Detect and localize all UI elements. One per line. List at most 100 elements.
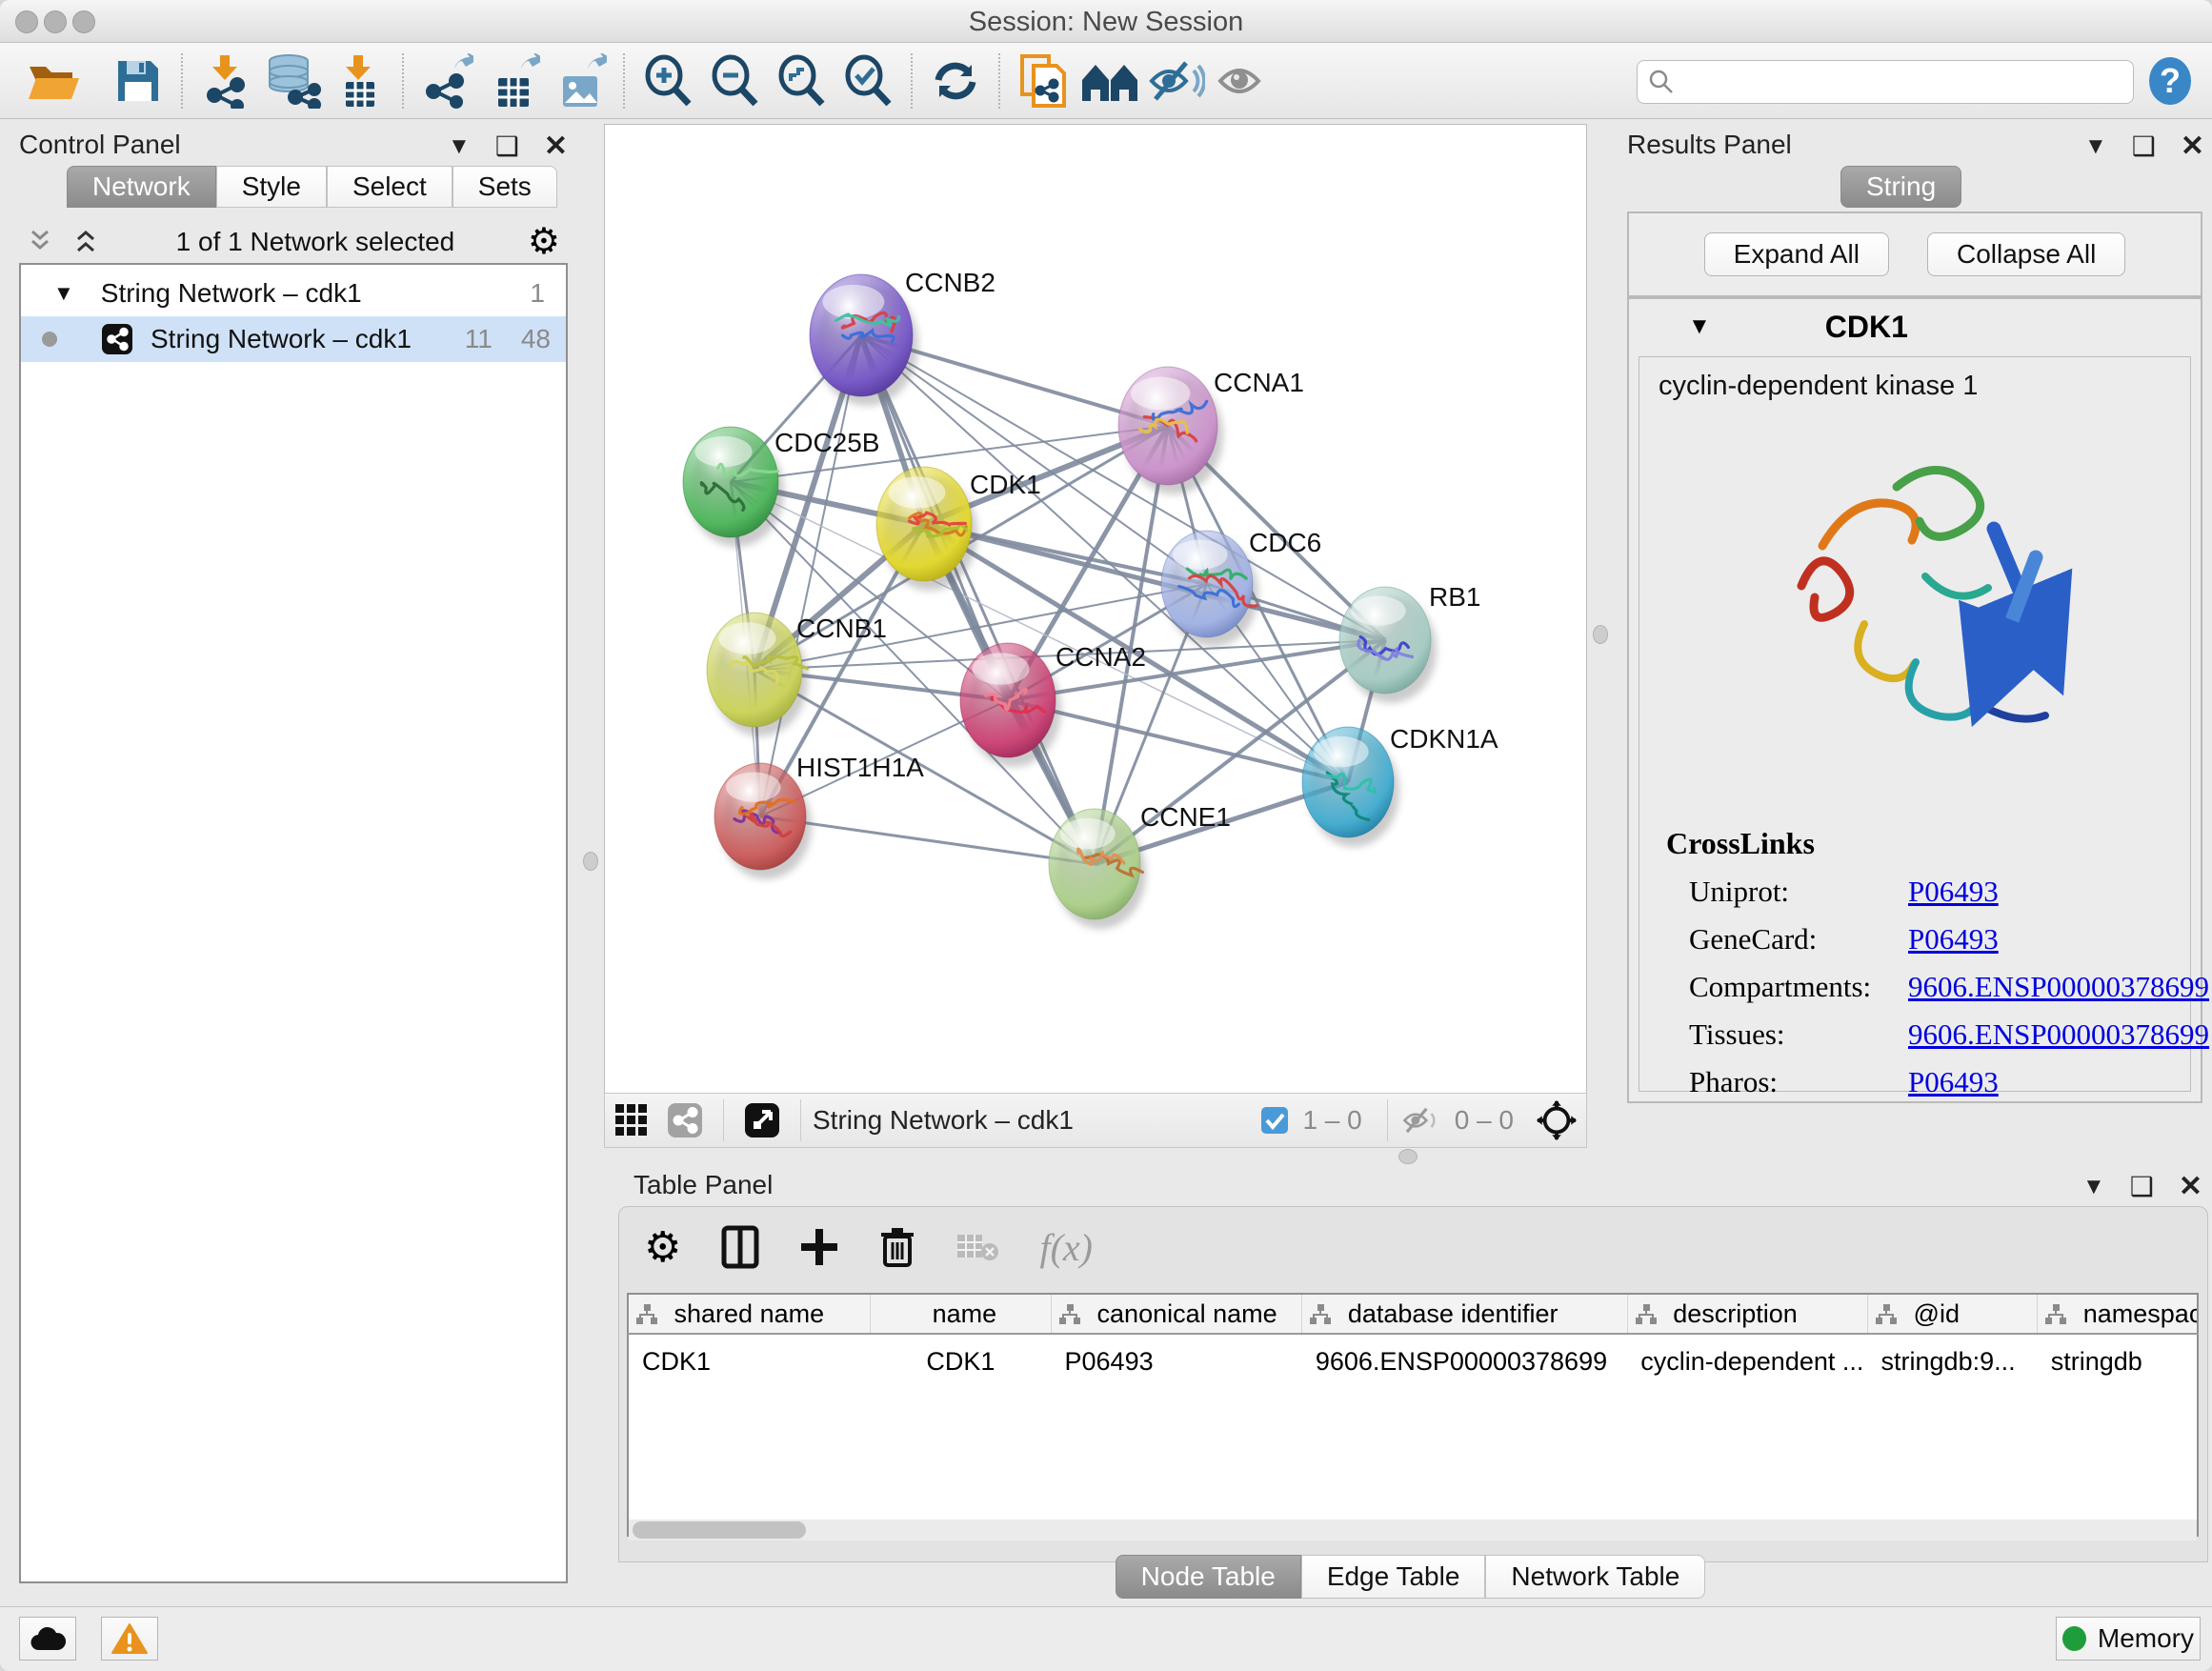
network-node-CDK1[interactable]: CDK1 — [876, 467, 1041, 591]
tab-node-table[interactable]: Node Table — [1116, 1555, 1301, 1599]
tab-style[interactable]: Style — [216, 166, 327, 208]
table-horizontal-scrollbar[interactable] — [629, 1520, 2197, 1540]
network-row-selected[interactable]: String Network – cdk1 11 48 — [21, 316, 566, 362]
network-node-CDC25B[interactable]: CDC25B — [683, 427, 879, 547]
main-toolbar: ? — [0, 43, 2212, 119]
crosslink-link[interactable]: 9606.ENSP00000378699 — [1908, 970, 2209, 1004]
table-panel: Table Panel ▼ ❑ ✕ ⚙ — [613, 1160, 2208, 1601]
show-all-button[interactable] — [1210, 50, 1277, 111]
tree-expander-icon[interactable]: ▼ — [53, 281, 74, 306]
memory-label: Memory — [2098, 1623, 2194, 1654]
export-network-button[interactable] — [413, 50, 480, 111]
export-image-button[interactable] — [547, 50, 613, 111]
float-panel-icon[interactable]: ❑ — [2130, 1171, 2154, 1202]
collapse-panel-icon[interactable]: ▼ — [2084, 133, 2107, 160]
column-header[interactable]: @id — [1868, 1294, 2038, 1334]
table-row[interactable]: CDK1 CDK1 P06493 9606.ENSP00000378699 cy… — [628, 1334, 2198, 1388]
apply-style-refresh-button[interactable] — [922, 50, 989, 111]
show-columns-icon[interactable] — [721, 1225, 759, 1269]
network-options-gear-icon[interactable]: ⚙ — [528, 228, 560, 256]
column-header[interactable]: shared name — [628, 1294, 870, 1334]
node-table[interactable]: shared name name canonical name database… — [627, 1293, 2199, 1537]
tab-edge-table[interactable]: Edge Table — [1301, 1555, 1486, 1599]
import-network-from-file-button[interactable] — [192, 50, 259, 111]
selected-checkbox-icon[interactable] — [1260, 1106, 1289, 1135]
close-panel-icon[interactable]: ✕ — [2179, 1170, 2202, 1203]
import-network-from-database-button[interactable] — [259, 50, 326, 111]
network-edge[interactable] — [760, 335, 861, 816]
column-header[interactable]: database identifier — [1302, 1294, 1627, 1334]
clone-network-button[interactable] — [1010, 50, 1076, 111]
column-header[interactable]: namespac — [2038, 1294, 2198, 1334]
cloud-status-button[interactable] — [19, 1617, 76, 1661]
grid-view-button[interactable] — [605, 1090, 658, 1151]
network-edge[interactable] — [861, 335, 1095, 864]
import-table-from-file-button[interactable] — [326, 50, 392, 111]
crosslink-link[interactable]: P06493 — [1908, 1065, 1999, 1099]
cell-name[interactable]: CDK1 — [870, 1334, 1051, 1388]
column-header[interactable]: name — [870, 1294, 1051, 1334]
expand-all-icon[interactable] — [70, 228, 103, 256]
close-panel-icon[interactable]: ✕ — [544, 130, 568, 163]
collapse-entry-icon[interactable]: ▼ — [1688, 313, 1711, 340]
cell-canonical-name[interactable]: P06493 — [1052, 1334, 1302, 1388]
warning-status-button[interactable] — [101, 1617, 158, 1661]
save-session-button[interactable] — [105, 50, 171, 111]
zoom-fit-button[interactable] — [768, 50, 835, 111]
left-splitter-handle[interactable] — [583, 852, 598, 871]
network-node-HIST1H1A[interactable]: HIST1H1A — [714, 753, 924, 879]
collapse-panel-icon[interactable]: ▼ — [448, 133, 471, 160]
crosslink-link[interactable]: 9606.ENSP00000378699 — [1908, 1017, 2209, 1052]
search-input[interactable] — [1676, 67, 2089, 98]
network-node-CCNE1[interactable]: CCNE1 — [1049, 802, 1231, 929]
float-panel-icon[interactable]: ❑ — [495, 131, 519, 162]
cell-database-identifier[interactable]: 9606.ENSP00000378699 — [1302, 1334, 1627, 1388]
cell-id[interactable]: stringdb:9... — [1868, 1334, 2038, 1388]
network-collection-row[interactable]: ▼ String Network – cdk1 1 — [21, 271, 566, 316]
tab-select[interactable]: Select — [327, 166, 452, 208]
crosslink-link[interactable]: P06493 — [1908, 875, 1999, 909]
network-node-CDKN1A[interactable]: CDKN1A — [1302, 724, 1498, 847]
network-view-button[interactable] — [658, 1090, 712, 1151]
export-table-button[interactable] — [480, 50, 547, 111]
column-header[interactable]: description — [1627, 1294, 1867, 1334]
fit-content-button[interactable] — [1527, 1090, 1586, 1151]
tab-network[interactable]: Network — [67, 166, 216, 208]
network-node-CCNB1[interactable]: CCNB1 — [707, 613, 887, 736]
hide-selected-button[interactable] — [1143, 50, 1210, 111]
first-neighbors-button[interactable] — [1076, 50, 1143, 111]
birds-eye-view-button[interactable] — [735, 1090, 789, 1151]
scrollbar-thumb[interactable] — [633, 1521, 806, 1539]
zoom-in-button[interactable] — [634, 50, 701, 111]
right-splitter-handle[interactable] — [1593, 625, 1608, 644]
zoom-selected-button[interactable] — [835, 50, 901, 111]
collapse-all-button[interactable]: Collapse All — [1927, 232, 2125, 276]
tab-network-table[interactable]: Network Table — [1485, 1555, 1705, 1599]
network-node-RB1[interactable]: RB1 — [1339, 582, 1480, 703]
close-panel-icon[interactable]: ✕ — [2181, 130, 2204, 163]
expand-all-button[interactable]: Expand All — [1704, 232, 1889, 276]
network-node-CDC6[interactable]: CDC6 — [1161, 528, 1321, 647]
zoom-out-button[interactable] — [701, 50, 768, 111]
add-column-icon[interactable] — [799, 1227, 839, 1267]
open-file-button[interactable] — [21, 50, 88, 111]
network-node-CCNA2[interactable]: CCNA2 — [960, 642, 1146, 767]
memory-button[interactable]: Memory — [2056, 1617, 2201, 1661]
tab-string[interactable]: String — [1840, 166, 1961, 208]
collapse-all-icon[interactable] — [25, 228, 57, 256]
cell-namespace[interactable]: stringdb — [2038, 1334, 2198, 1388]
table-options-gear-icon[interactable]: ⚙ — [644, 1223, 681, 1272]
node-details-header[interactable]: ▼ CDK1 — [1629, 299, 2201, 354]
network-node-CCNA1[interactable]: CCNA1 — [1118, 367, 1304, 494]
tab-sets[interactable]: Sets — [452, 166, 557, 208]
cell-shared-name[interactable]: CDK1 — [628, 1334, 870, 1388]
network-canvas[interactable]: CCNB2 CCNA1 CDC25BCDK1 CDC6RB1 CCNB1 CCNA2 CDK… — [604, 124, 1587, 1094]
delete-column-trash-icon[interactable] — [879, 1225, 915, 1269]
help-button[interactable]: ? — [2147, 56, 2195, 106]
crosslink-link[interactable]: P06493 — [1908, 922, 1999, 956]
collapse-panel-icon[interactable]: ▼ — [2082, 1174, 2105, 1200]
network-node-CCNB2[interactable]: CCNB2 — [810, 268, 995, 406]
float-panel-icon[interactable]: ❑ — [2132, 131, 2156, 162]
column-header[interactable]: canonical name — [1052, 1294, 1302, 1334]
cell-description[interactable]: cyclin-dependent ... — [1627, 1334, 1867, 1388]
